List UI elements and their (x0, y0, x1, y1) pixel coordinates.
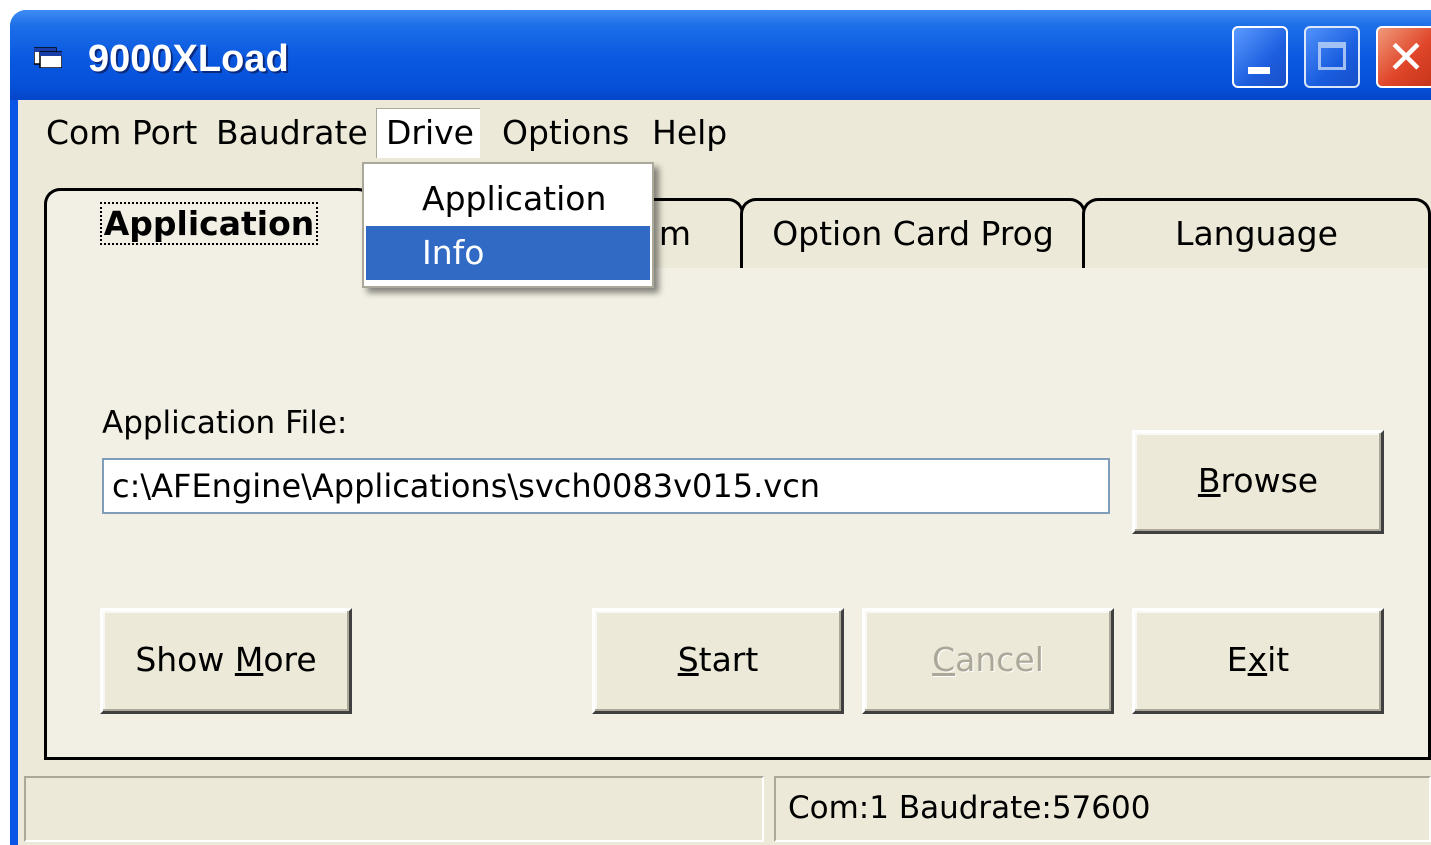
cancel-button[interactable]: Cancel (862, 608, 1114, 714)
tab-option-card-prog[interactable]: Option Card Prog (740, 198, 1086, 268)
browse-button-mnemonic: B (1197, 461, 1221, 500)
start-button-label: Start (677, 640, 759, 679)
browse-button-label: rowse (1220, 461, 1319, 500)
menu-bar: Com Port Baudrate Drive Options Help (18, 100, 1431, 166)
show-more-button[interactable]: Show More (100, 608, 352, 714)
menu-baudrate[interactable]: Baudrate (206, 108, 378, 158)
tab-option-card-prog-label: Option Card Prog (772, 214, 1054, 253)
window-title: 9000XLoad (88, 38, 289, 80)
status-bar: Com:1 Baudrate:57600 (18, 774, 1431, 845)
minimize-icon (1248, 67, 1270, 74)
exit-button[interactable]: Exit (1132, 608, 1384, 714)
minimize-button[interactable] (1232, 26, 1288, 88)
status-pane-connection: Com:1 Baudrate:57600 (774, 776, 1431, 842)
tab-application[interactable]: Application (44, 188, 374, 268)
client-area: Com Port Baudrate Drive Options Help App… (18, 100, 1431, 845)
tab-application-label: Application (99, 202, 319, 245)
menu-options[interactable]: Options (492, 108, 639, 158)
cancel-button-label: Cancel (932, 640, 1044, 679)
application-file-label: Application File: (102, 405, 348, 441)
maximize-button[interactable] (1304, 26, 1360, 88)
drive-menu-item-application[interactable]: Application (366, 172, 650, 226)
maximize-icon (1318, 42, 1346, 70)
menu-help[interactable]: Help (642, 108, 737, 158)
close-icon: ✕ (1386, 30, 1426, 84)
close-button[interactable]: ✕ (1376, 26, 1431, 88)
app-window-icon (34, 47, 62, 68)
drive-menu-dropdown: Application Info (362, 162, 654, 288)
app-window: 9000XLoad ✕ Com Port Baudrate Drive Opti… (10, 10, 1431, 845)
show-more-button-label: Show More (135, 640, 317, 679)
menu-com-port[interactable]: Com Port (36, 108, 207, 158)
browse-button[interactable]: Browse (1132, 430, 1384, 534)
tab-language[interactable]: Language (1082, 198, 1431, 268)
start-button[interactable]: Start (592, 608, 844, 714)
drive-menu-item-info[interactable]: Info (366, 226, 650, 280)
tab-system-label: m (658, 214, 691, 253)
menu-drive[interactable]: Drive (376, 108, 480, 158)
tab-language-label: Language (1175, 214, 1338, 253)
status-pane-left (24, 776, 764, 842)
application-file-input[interactable]: c:\AFEngine\Applications\svch0083v015.vc… (102, 458, 1110, 514)
title-bar[interactable]: 9000XLoad ✕ (10, 10, 1431, 100)
exit-button-label: Exit (1226, 640, 1290, 679)
